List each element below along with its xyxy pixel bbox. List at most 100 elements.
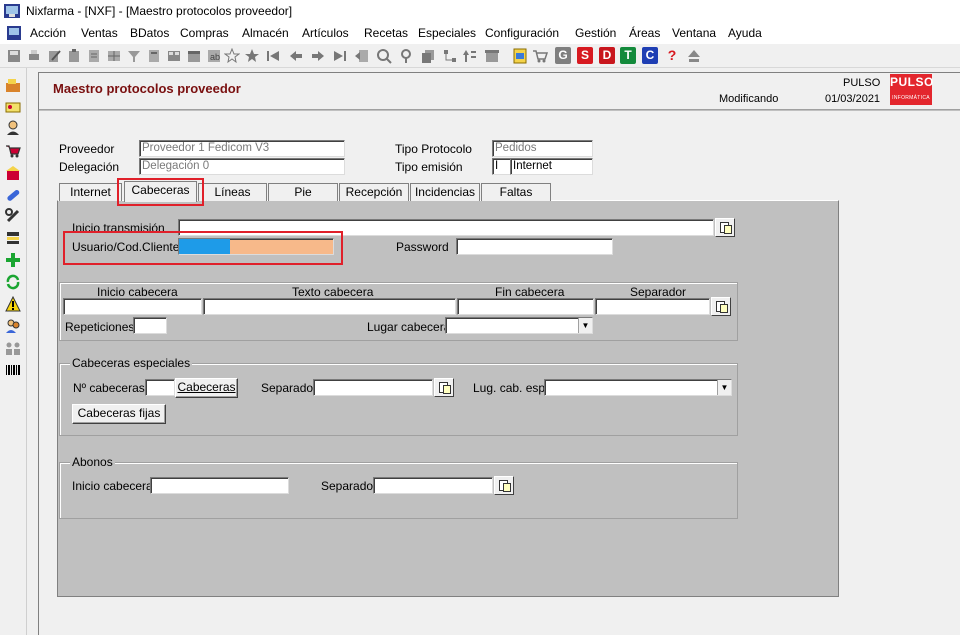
tipo-emision-label: Tipo emisión [395,160,463,174]
abonos-inicio-cabecera-label: Inicio cabecera [72,479,153,493]
save-icon[interactable] [6,48,22,64]
g-button[interactable]: G [555,47,571,64]
person-icon[interactable] [5,120,21,136]
menu-gestion[interactable]: Gestión [575,26,616,40]
separador-field[interactable] [595,298,710,315]
sort-icon[interactable] [462,48,478,64]
chevron-down-icon[interactable]: ▼ [578,318,592,333]
lug-cab-esp-select[interactable]: ▼ [544,379,732,396]
tools-icon[interactable] [5,208,21,224]
star-icon[interactable] [244,48,260,64]
add-icon[interactable] [5,252,21,268]
menu-bdatos[interactable]: BDatos [130,26,169,40]
menu-ayuda[interactable]: Ayuda [728,26,762,40]
text-icon[interactable]: ab [206,48,222,64]
c-button[interactable]: C [642,47,658,64]
tipo-protocolo-field[interactable]: Pedidos [492,140,593,157]
menu-recetas[interactable]: Recetas [364,26,408,40]
menu-compras[interactable]: Compras [180,26,229,40]
archive-icon[interactable] [484,48,500,64]
refresh-icon[interactable] [5,274,21,290]
tab-pie[interactable]: Pie [268,183,338,201]
tab-highlight-box [117,178,204,206]
cabeceras-button[interactable]: Cabeceras [175,378,238,398]
tab-lineas[interactable]: Líneas [198,183,267,201]
inicio-cabecera-label: Inicio cabecera [97,285,178,299]
proveedor-field[interactable]: Proveedor 1 Fedicom V3 [139,140,345,157]
tipo-emision-code-field[interactable]: I [492,158,511,175]
card-icon[interactable] [5,99,21,115]
calendar-icon[interactable] [186,48,202,64]
pulso-logo: PULSO INFORMÁTICA [890,74,933,105]
cart-icon[interactable] [532,48,549,64]
separador-lov-button[interactable] [711,297,731,316]
shopping-cart-icon[interactable] [5,143,21,159]
tipo-emision-field[interactable]: Internet [510,158,593,175]
star-outline-icon[interactable] [223,47,241,64]
menu-configuracion[interactable]: Configuración [485,26,559,40]
search-icon[interactable] [376,48,392,64]
cash-register-icon[interactable] [5,77,21,93]
menu-articulos[interactable]: Artículos [302,26,349,40]
database-icon[interactable] [5,230,21,246]
t-button[interactable]: T [620,47,636,64]
next-record-icon[interactable] [310,48,326,64]
filter-icon[interactable] [126,48,142,64]
tab-incidencias[interactable]: Incidencias [410,183,480,201]
edit-icon[interactable] [46,48,62,64]
texto-cabecera-field[interactable] [203,298,456,315]
menu-accion[interactable]: Acción [30,26,66,40]
pill-icon[interactable] [5,187,21,203]
barcode-icon[interactable] [5,362,21,378]
print-icon[interactable] [26,48,42,64]
first-record-icon[interactable] [265,48,281,64]
insert-record-icon[interactable] [332,48,348,64]
abonos-inicio-cabecera-field[interactable] [150,477,289,494]
tab-internet[interactable]: Internet [59,183,122,201]
export-icon[interactable] [354,48,370,64]
inicio-transmision-lov-button[interactable] [715,218,735,237]
abonos-separador-field[interactable] [373,477,493,494]
fin-cabecera-field[interactable] [457,298,594,315]
document-icon[interactable] [86,48,102,64]
abonos-separador-lov-button[interactable] [494,476,514,495]
menu-especiales[interactable]: Especiales [418,26,476,40]
exit-icon[interactable] [686,48,702,64]
chevron-down-icon[interactable]: ▼ [717,380,731,395]
previous-record-icon[interactable] [288,48,304,64]
group-icon[interactable] [5,340,21,356]
menu-ventas[interactable]: Ventas [81,26,118,40]
notes-icon[interactable] [512,48,528,64]
inicio-cabecera-field[interactable] [63,298,202,315]
separador-especial-field[interactable] [313,379,433,396]
cabeceras-fijas-button[interactable]: Cabeceras fijas [72,404,166,424]
list-icon[interactable] [146,48,162,64]
tab-faltas[interactable]: Faltas [481,183,551,201]
user-name: PULSO [843,77,881,89]
num-cabeceras-label: Nº cabeceras [73,381,145,395]
num-cabeceras-field[interactable] [145,379,175,396]
s-button[interactable]: S [577,47,593,64]
menu-almacen[interactable]: Almacén [242,26,289,40]
password-field[interactable] [456,238,613,255]
help-button[interactable]: ? [664,47,680,64]
location-icon[interactable] [398,48,414,64]
delegacion-field[interactable]: Delegación 0 [139,158,345,175]
grid-icon[interactable] [106,48,122,64]
store-icon[interactable] [5,165,21,181]
menu-ventana[interactable]: Ventana [672,26,716,40]
menu-areas[interactable]: Áreas [629,26,660,40]
nixfarma-menu-icon[interactable] [7,26,21,40]
users-icon[interactable] [5,318,21,334]
clipboard-icon[interactable] [66,48,82,64]
d-button[interactable]: D [599,47,615,64]
abonos-separador-label: Separador [321,479,378,493]
lugar-cabecera-select[interactable]: ▼ [445,317,593,334]
copy-icon[interactable] [420,48,436,64]
repeticiones-field[interactable] [133,317,167,334]
tab-recepcion[interactable]: Recepción [339,183,409,201]
table-icon[interactable] [166,48,182,64]
warning-icon[interactable] [5,295,21,312]
tree-icon[interactable] [442,48,458,64]
separador-especial-lov-button[interactable] [434,378,454,397]
